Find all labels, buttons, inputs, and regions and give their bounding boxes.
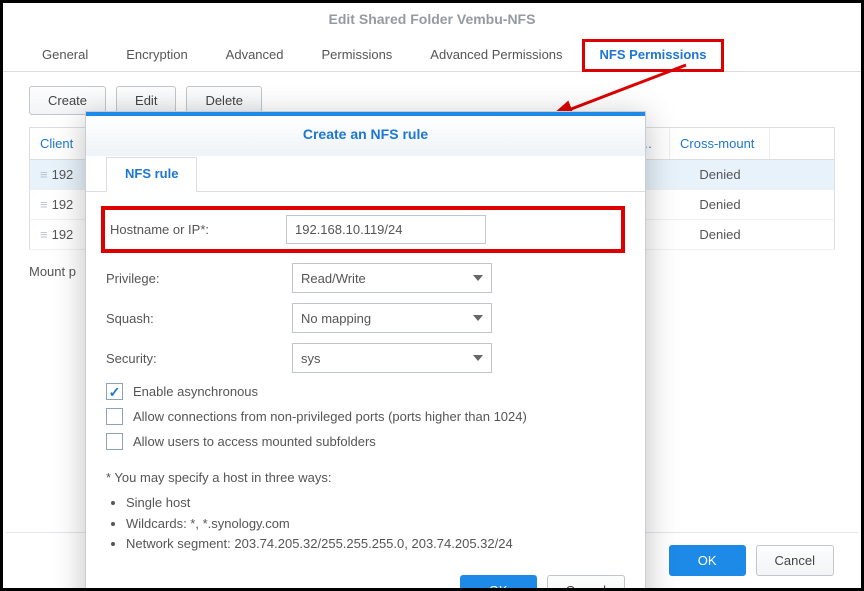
squash-label: Squash:: [106, 311, 292, 326]
privilege-select[interactable]: Read/Write: [292, 263, 492, 293]
help-item: Network segment: 203.74.205.32/255.255.2…: [126, 534, 625, 555]
cell-cross: Denied: [670, 190, 770, 219]
cancel-button[interactable]: Cancel: [756, 545, 834, 576]
drag-handle-icon[interactable]: ≡: [40, 227, 46, 242]
privilege-label: Privilege:: [106, 271, 292, 286]
tab-nfs-permissions[interactable]: NFS Permissions: [582, 39, 725, 72]
cell-client: 192: [52, 197, 74, 212]
drag-handle-icon[interactable]: ≡: [40, 167, 46, 182]
cell-client: 192: [52, 227, 74, 242]
squash-select[interactable]: No mapping: [292, 303, 492, 333]
tab-advanced-permissions[interactable]: Advanced Permissions: [411, 38, 581, 72]
cell-client: 192: [52, 167, 74, 182]
chevron-down-icon: [473, 355, 483, 361]
modal-tabstrip: NFS rule: [86, 156, 645, 192]
allow-nonpriv-checkbox[interactable]: [106, 408, 123, 425]
allow-subfolders-label: Allow users to access mounted subfolders: [133, 434, 376, 449]
enable-async-label: Enable asynchronous: [133, 384, 258, 399]
enable-async-checkbox[interactable]: [106, 383, 123, 400]
help-intro: * You may specify a host in three ways:: [106, 468, 625, 489]
allow-nonpriv-label: Allow connections from non-privileged po…: [133, 409, 527, 424]
modal-body: Hostname or IP*: Privilege: Read/Write S…: [86, 192, 645, 561]
main-tabstrip: General Encryption Advanced Permissions …: [3, 37, 861, 72]
drag-handle-icon[interactable]: ≡: [40, 197, 46, 212]
security-value: sys: [301, 351, 473, 366]
modal-tab-nfs-rule[interactable]: NFS rule: [106, 157, 197, 192]
modal-ok-button[interactable]: OK: [460, 575, 537, 591]
col-cross[interactable]: Cross-mount: [670, 128, 770, 159]
tab-permissions[interactable]: Permissions: [303, 38, 412, 72]
privilege-value: Read/Write: [301, 271, 473, 286]
tab-advanced[interactable]: Advanced: [207, 38, 303, 72]
window-title: Edit Shared Folder Vembu-NFS: [3, 3, 861, 37]
chevron-down-icon: [473, 315, 483, 321]
create-nfs-rule-dialog: Create an NFS rule NFS rule Hostname or …: [85, 111, 646, 591]
hostname-input[interactable]: [286, 215, 486, 244]
squash-value: No mapping: [301, 311, 473, 326]
modal-cancel-button[interactable]: Cancel: [547, 575, 625, 591]
chevron-down-icon: [473, 275, 483, 281]
cell-cross: Denied: [670, 220, 770, 249]
hostname-label: Hostname or IP*:: [105, 222, 286, 237]
help-item: Single host: [126, 493, 625, 514]
help-text: * You may specify a host in three ways: …: [106, 468, 625, 555]
security-select[interactable]: sys: [292, 343, 492, 373]
main-window: Edit Shared Folder Vembu-NFS General Enc…: [0, 0, 864, 591]
ok-button[interactable]: OK: [669, 545, 746, 576]
modal-footer: OK Cancel: [86, 561, 645, 591]
hostname-highlight: Hostname or IP*:: [101, 206, 625, 253]
modal-title: Create an NFS rule: [86, 116, 645, 156]
tab-general[interactable]: General: [23, 38, 107, 72]
cell-cross: Denied: [670, 160, 770, 189]
allow-subfolders-checkbox[interactable]: [106, 433, 123, 450]
help-item: Wildcards: *, *.synology.com: [126, 514, 625, 535]
security-label: Security:: [106, 351, 292, 366]
tab-encryption[interactable]: Encryption: [107, 38, 206, 72]
